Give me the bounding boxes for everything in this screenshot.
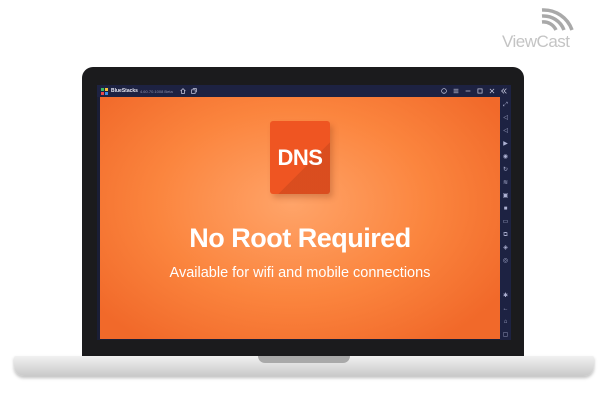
emulator-side-toolbar: ⤢ ◁ ◁ ▶ ◉ ↻ ≋ ▣ ■ ▭ ⧉ ◈ ◎ ✱ ← ⌂ ▢ [500, 97, 511, 340]
multi-instance-icon[interactable] [190, 87, 198, 95]
home-icon[interactable] [179, 87, 187, 95]
broadcast-signal-icon [541, 8, 574, 31]
camera-icon[interactable]: ◉ [502, 153, 509, 160]
close-icon[interactable] [488, 87, 496, 95]
maximize-icon[interactable] [476, 87, 484, 95]
screenshot-icon[interactable]: ▣ [502, 192, 509, 199]
menu-icon[interactable] [452, 87, 460, 95]
app-screen: DNS No Root Required Available for wifi … [100, 97, 500, 339]
emulator-titlebar: BlueStacks 4.60.70.1008 Beta [97, 85, 511, 97]
emulator-window: BlueStacks 4.60.70.1008 Beta DNS No Root… [97, 85, 511, 340]
home-nav-icon[interactable]: ⌂ [502, 318, 509, 325]
dns-app-tile: DNS [270, 121, 330, 194]
laptop-notch [258, 356, 350, 363]
app-version: 4.60.70.1008 Beta [139, 88, 173, 94]
volume-up-icon[interactable]: ◁ [502, 114, 509, 121]
rotate-icon[interactable]: ↻ [502, 166, 509, 173]
shake-icon[interactable]: ≋ [502, 179, 509, 186]
minimize-icon[interactable] [464, 87, 472, 95]
volume-down-icon[interactable]: ◁ [502, 127, 509, 134]
watermark-text: ViewCast [502, 32, 570, 51]
settings-icon[interactable]: ✱ [502, 292, 509, 299]
folder-icon[interactable]: ▭ [502, 218, 509, 225]
back-icon[interactable]: ← [502, 305, 509, 312]
help-icon[interactable] [440, 87, 448, 95]
recent-apps-icon[interactable]: ▢ [502, 331, 509, 338]
subline: Available for wifi and mobile connection… [169, 265, 431, 281]
play-icon[interactable]: ▶ [502, 140, 509, 147]
viewcast-watermark: ViewCast [500, 6, 596, 52]
headline: No Root Required [189, 223, 411, 253]
collapse-sidebar-icon[interactable] [500, 87, 508, 95]
video-record-icon[interactable]: ■ [502, 205, 509, 212]
copy-icon[interactable]: ⧉ [502, 231, 509, 238]
eco-mode-icon[interactable]: ◎ [502, 257, 509, 264]
dns-tile-text: DNS [277, 145, 323, 170]
app-title: BlueStacks [111, 88, 138, 94]
bluestacks-logo-icon [101, 87, 108, 95]
fullscreen-icon[interactable]: ⤢ [502, 101, 509, 108]
layers-icon[interactable]: ◈ [502, 244, 509, 251]
